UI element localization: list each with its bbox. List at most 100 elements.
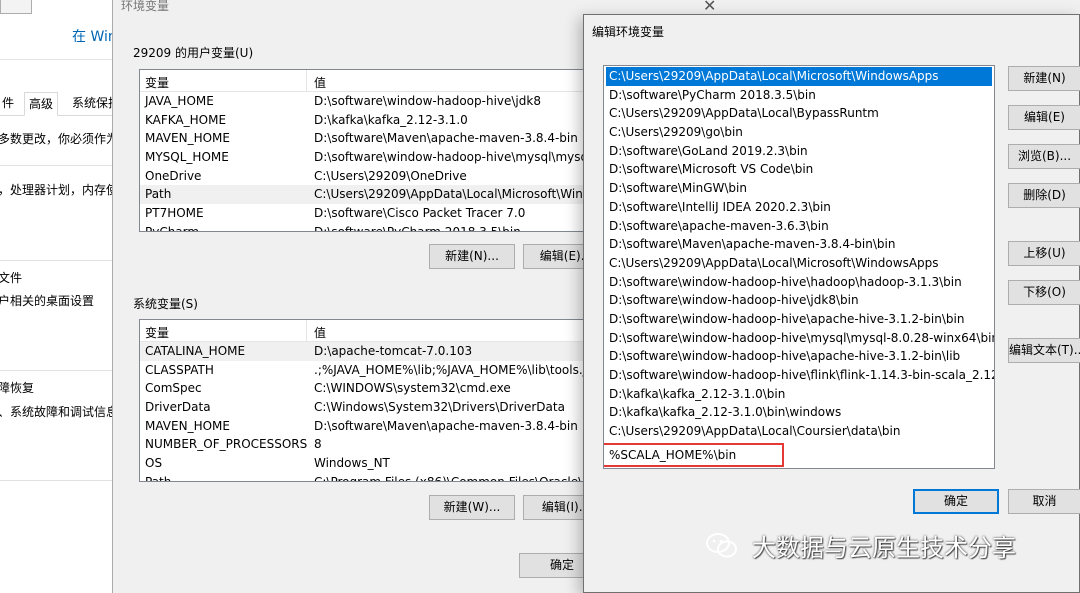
- variable-name: PyCharm: [145, 224, 200, 232]
- variable-value: D:\kafka\kafka_2.12-3.1.0: [314, 112, 468, 127]
- system-properties-header: 在 Win: [0, 0, 120, 60]
- variable-name: JAVA_HOME: [145, 94, 214, 108]
- delete-button[interactable]: 删除(D): [1008, 183, 1080, 208]
- column-header-value[interactable]: 值: [314, 74, 326, 91]
- path-entries-list[interactable]: C:\Users\29209\AppData\Local\Microsoft\W…: [603, 65, 995, 469]
- variable-value: D:\software\Maven\apache-maven-3.8.4-bin: [314, 418, 578, 433]
- path-entry[interactable]: D:\software\window-hadoop-hive\apache-hi…: [604, 347, 994, 366]
- path-entry[interactable]: D:\software\Microsoft VS Code\bin: [604, 160, 994, 179]
- path-entry-editing[interactable]: %SCALA_HOME%\bin: [604, 442, 784, 467]
- system-variables-list[interactable]: 变量 值 CATALINA_HOME D:\apache-tomcat-7.0.1…: [139, 319, 639, 482]
- variable-value: D:\software\Maven\apache-maven-3.8.4-bin: [314, 131, 578, 146]
- move-up-button[interactable]: 上移(U): [1008, 241, 1080, 266]
- user-variables-list[interactable]: 变量 值 JAVA_HOME D:\software\window-hadoop-…: [139, 69, 639, 232]
- tab-hardware[interactable]: 件: [0, 92, 18, 116]
- edit-text-button[interactable]: 编辑文本(T)...: [1008, 338, 1080, 363]
- table-row[interactable]: CLASSPATH .;%JAVA_HOME%\lib;%JAVA_HOME%\l…: [140, 361, 638, 380]
- variable-value: D:\software\Cisco Packet Tracer 7.0: [314, 206, 526, 221]
- path-entry[interactable]: D:\kafka\kafka_2.12-3.1.0\bin\windows: [604, 403, 994, 422]
- path-entry[interactable]: C:\Users\29209\AppData\Local\Coursier\da…: [604, 422, 994, 441]
- watermark-text: 大数据与云原生技术分享: [752, 534, 1016, 562]
- path-entry[interactable]: D:\kafka\kafka_2.12-3.1.0\bin: [604, 385, 994, 404]
- edit-entry-button[interactable]: 编辑(E): [1008, 105, 1080, 130]
- path-entry[interactable]: D:\software\window-hadoop-hive\flink\fli…: [604, 366, 994, 385]
- path-entry[interactable]: C:\Users\29209\AppData\Local\BypassRuntm: [604, 104, 994, 123]
- path-entry[interactable]: D:\software\window-hadoop-hive\jdk8\bin: [604, 291, 994, 310]
- path-entry[interactable]: D:\software\Maven\apache-maven-3.8.4-bin…: [604, 235, 994, 254]
- new-entry-button[interactable]: 新建(N): [1008, 66, 1080, 91]
- move-down-button[interactable]: 下移(O): [1008, 280, 1080, 305]
- variable-value: C:\Users\29209\OneDrive: [314, 168, 467, 183]
- close-icon[interactable]: ✕: [703, 0, 716, 15]
- path-entry[interactable]: D:\software\PyCharm 2018.3.5\bin: [604, 86, 994, 105]
- windows-link-fragment[interactable]: 在 Win: [72, 26, 117, 46]
- path-entry[interactable]: C:\Users\29209\AppData\Local\Microsoft\W…: [604, 254, 994, 273]
- table-row[interactable]: PT7HOME D:\software\Cisco Packet Tracer 7…: [140, 204, 638, 223]
- path-entry[interactable]: D:\software\GoLand 2019.2.3\bin: [604, 142, 994, 161]
- table-row[interactable]: ComSpec C:\WINDOWS\system32\cmd.exe: [140, 379, 638, 398]
- table-row[interactable]: JAVA_HOME D:\software\window-hadoop-hive\…: [140, 92, 638, 111]
- path-entry[interactable]: D:\software\MinGW\bin: [604, 179, 994, 198]
- variable-name: CATALINA_HOME: [145, 344, 246, 358]
- variable-value: D:\software\window-hadoop-hive\mysql\mys…: [314, 150, 604, 165]
- path-entry[interactable]: D:\software\IntelliJ IDEA 2020.2.3\bin: [604, 198, 994, 217]
- list-header: 变量 值: [140, 70, 638, 92]
- variable-name: Path: [145, 187, 172, 202]
- tab-advanced[interactable]: 高级: [24, 92, 59, 116]
- column-header-value[interactable]: 值: [314, 324, 326, 341]
- cancel-button[interactable]: 取消: [1008, 489, 1080, 514]
- performance-description: ，处理器计划，内存使: [0, 183, 119, 197]
- path-entry[interactable]: D:\software\apache-maven-3.6.3\bin: [604, 217, 994, 236]
- table-row[interactable]: OS Windows_NT: [140, 454, 638, 473]
- table-row[interactable]: MAVEN_HOME D:\software\Maven\apache-maven…: [140, 417, 638, 436]
- variable-value: C:\Users\29209\AppData\Local\Microsoft\W…: [314, 187, 608, 202]
- variable-value: D:\software\PyCharm 2018.3.5\bin: [314, 224, 521, 232]
- variable-name: PT7HOME: [145, 206, 204, 221]
- table-row[interactable]: DriverData C:\Windows\System32\Drivers\Dr…: [140, 398, 638, 417]
- window-control-fragment[interactable]: [0, 0, 32, 14]
- variable-value: C:\WINDOWS\system32\cmd.exe: [314, 381, 511, 396]
- table-row[interactable]: KAFKA_HOME D:\kafka\kafka_2.12-3.1.0: [140, 111, 638, 130]
- path-entry[interactable]: C:\Users\29209\AppData\Local\Microsoft\W…: [606, 67, 992, 86]
- column-header-name[interactable]: 变量: [145, 324, 169, 341]
- table-row[interactable]: Path C:\Program Files (x86)\Common Files\…: [140, 473, 638, 482]
- variable-name: DriverData: [145, 400, 211, 415]
- table-row[interactable]: OneDrive C:\Users\29209\OneDrive: [140, 167, 638, 186]
- variable-name: OneDrive: [145, 168, 202, 183]
- variable-value: C:\Program Files (x86)\Common Files\Orac…: [314, 474, 594, 482]
- variable-name: CLASSPATH: [145, 362, 214, 377]
- divider: [0, 480, 120, 481]
- path-entry[interactable]: D:\software\window-hadoop-hive\apache-hi…: [604, 310, 994, 329]
- table-row[interactable]: CATALINA_HOME D:\apache-tomcat-7.0.103: [140, 342, 638, 361]
- user-new-button[interactable]: 新建(N)...: [429, 244, 515, 269]
- user-profiles-description: 户相关的桌面设置: [0, 294, 95, 308]
- divider: [0, 260, 120, 261]
- path-entry[interactable]: D:\software\window-hadoop-hive\hadoop\ha…: [604, 273, 994, 292]
- browse-button[interactable]: 浏览(B)...: [1008, 144, 1080, 169]
- user-variables-label: 29209 的用户变量(U): [133, 46, 254, 60]
- variable-value: Windows_NT: [314, 456, 390, 471]
- system-variables-label: 系统变量(S): [133, 297, 198, 311]
- divider: [0, 370, 120, 371]
- ok-button[interactable]: 确定: [913, 489, 999, 514]
- table-row[interactable]: MAVEN_HOME D:\software\Maven\apache-maven…: [140, 129, 638, 148]
- path-entry[interactable]: C:\Users\29209\go\bin: [604, 123, 994, 142]
- table-row[interactable]: Path C:\Users\29209\AppData\Local\Microso…: [140, 185, 638, 205]
- system-new-button[interactable]: 新建(W)...: [429, 495, 515, 520]
- admin-notice-text: 多数更改，你必须作为管: [0, 132, 131, 146]
- table-row[interactable]: PyCharm D:\software\PyCharm 2018.3.5\bin: [140, 223, 638, 232]
- dialog-title: 环境变量: [121, 0, 170, 13]
- user-profiles-heading: 文件: [0, 271, 23, 285]
- variable-value: D:\apache-tomcat-7.0.103: [314, 344, 473, 358]
- table-row[interactable]: MYSQL_HOME D:\software\window-hadoop-hive…: [140, 148, 638, 167]
- edit-environment-variable-dialog: 编辑环境变量 C:\Users\29209\AppData\Local\Micr…: [583, 14, 1080, 593]
- table-row[interactable]: NUMBER_OF_PROCESSORS 8: [140, 435, 638, 454]
- path-entry[interactable]: D:\software\window-hadoop-hive\mysql\mys…: [604, 329, 994, 348]
- variable-value: C:\Windows\System32\Drivers\DriverData: [314, 400, 565, 415]
- variable-name: Path: [145, 474, 172, 482]
- column-header-name[interactable]: 变量: [145, 74, 169, 91]
- variable-name: MAVEN_HOME: [145, 131, 230, 146]
- dialog-title: 编辑环境变量: [592, 25, 665, 39]
- divider: [0, 165, 120, 166]
- startup-recovery-heading: 障恢复: [0, 381, 35, 395]
